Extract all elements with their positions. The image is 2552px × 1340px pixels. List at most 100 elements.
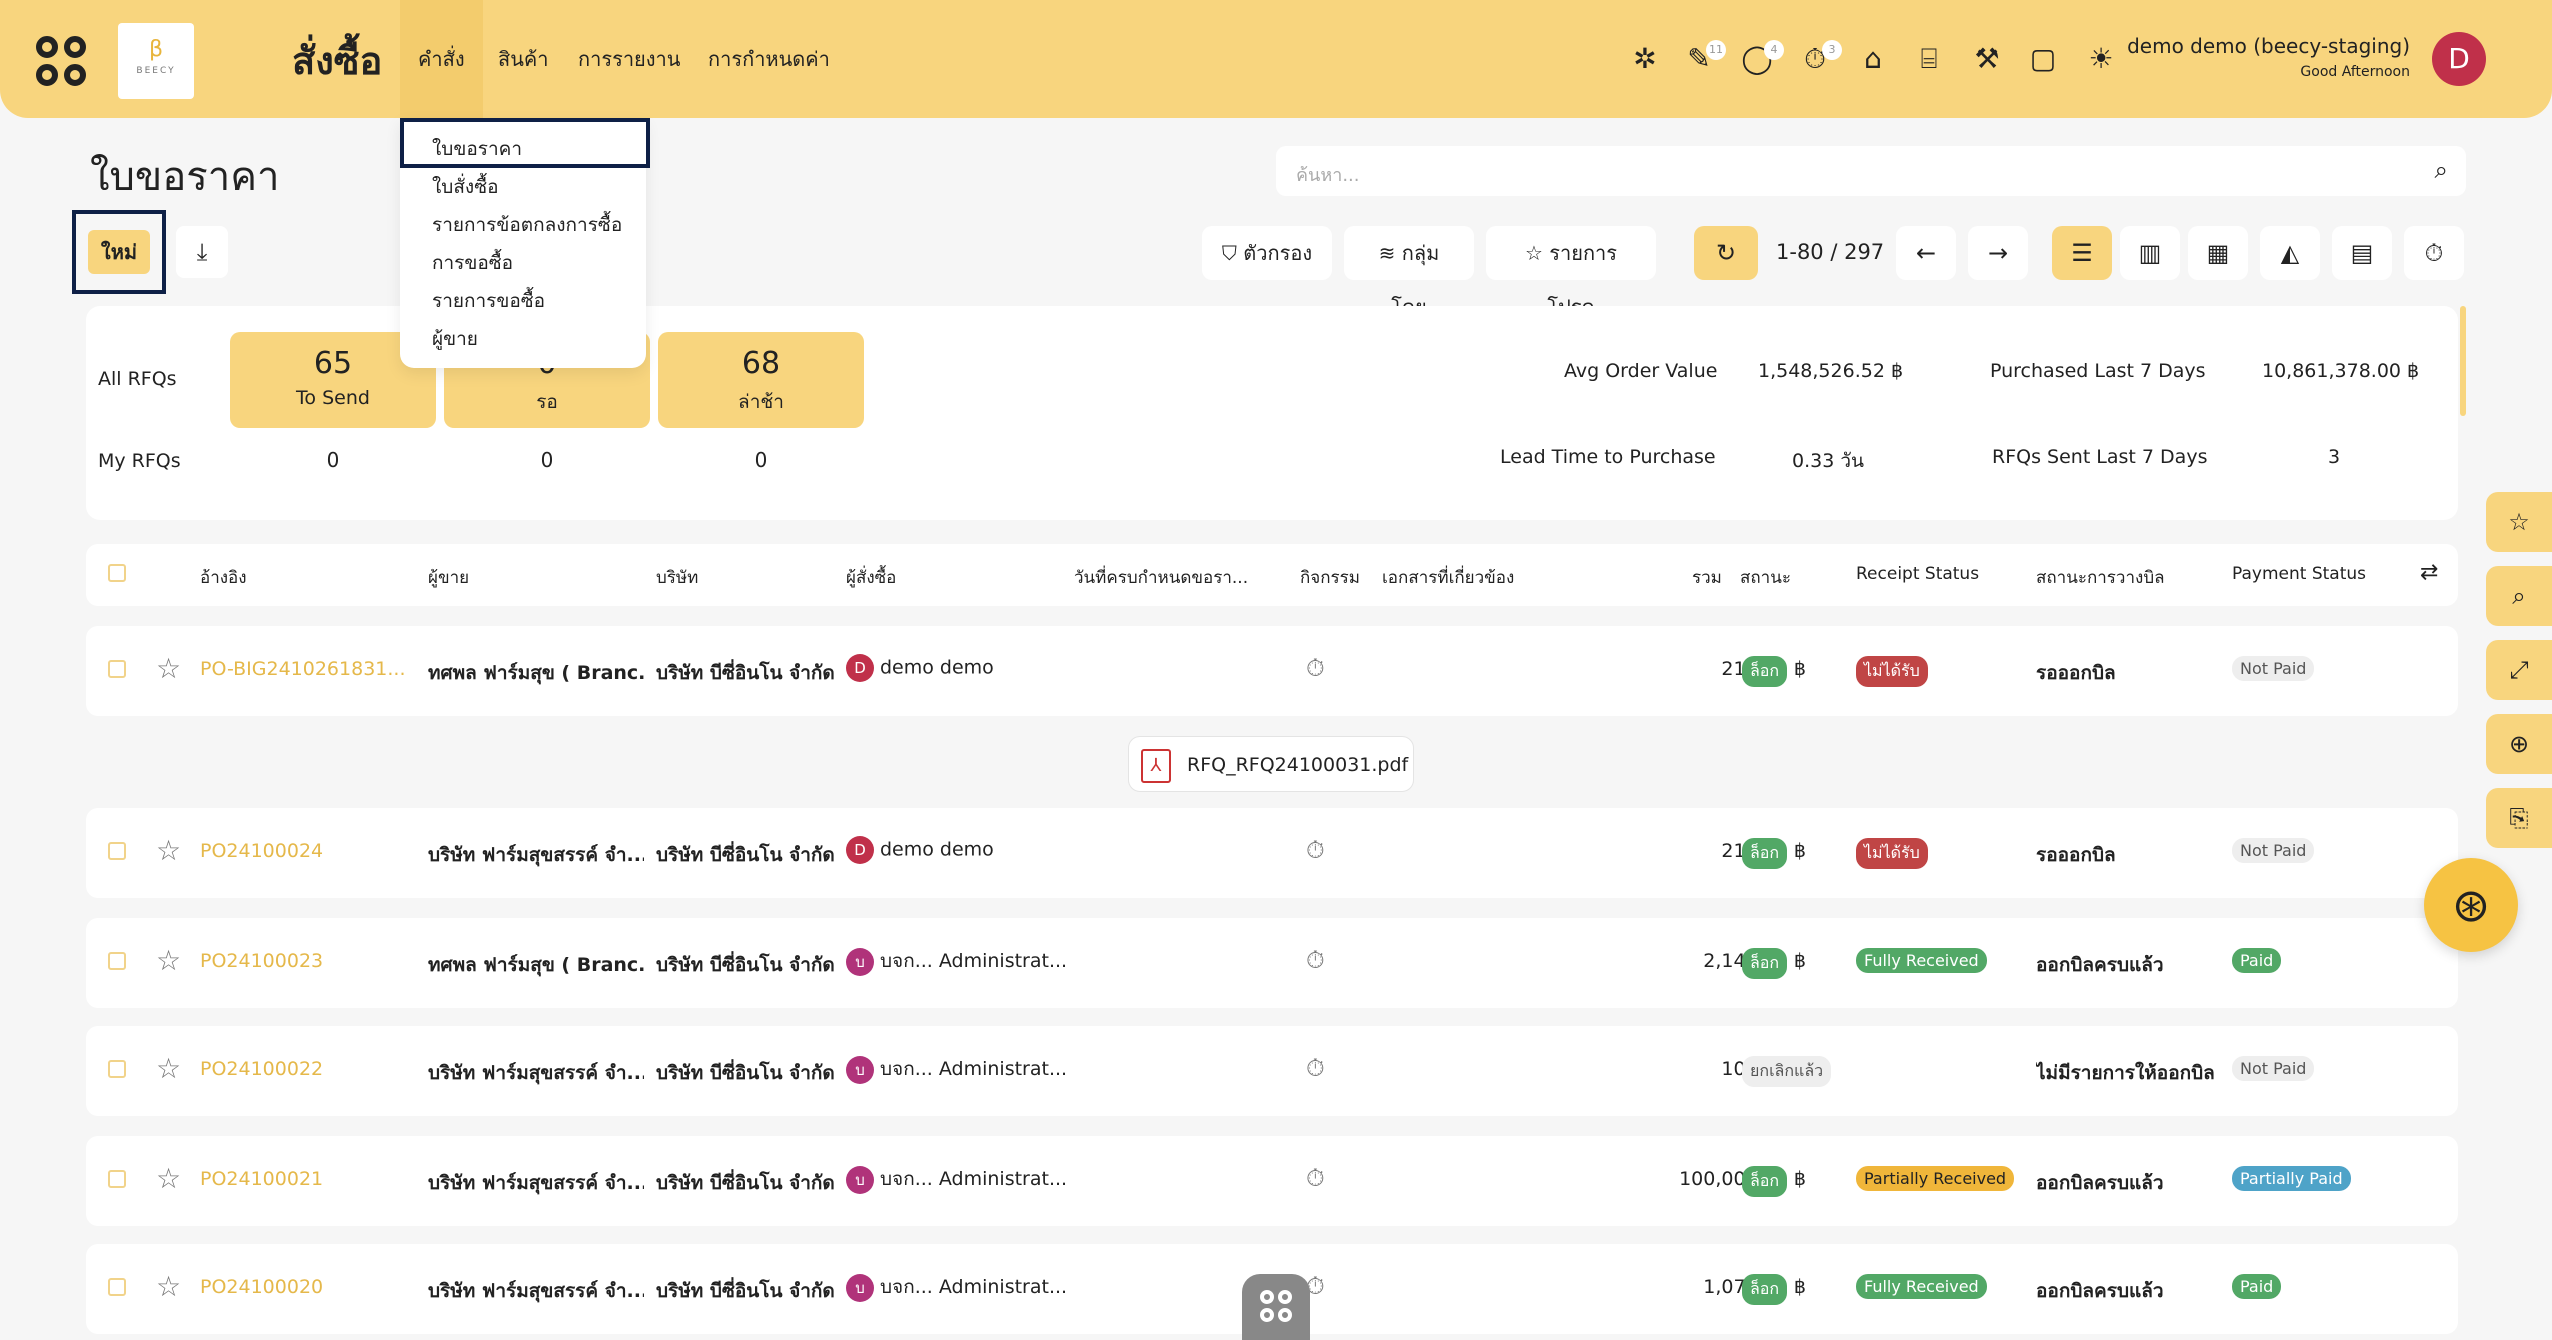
activity-clock-icon[interactable]: ⏱ [1306,836,1325,864]
table-row[interactable]: ☆ PO24100024 บริษัท ฟาร์มสุขสรรค์ จำ... … [86,808,2458,898]
favorites-button[interactable]: ☆ รายการโปรด [1486,226,1656,319]
paint-icon[interactable]: ⚒ [1970,42,2004,76]
col-related-docs[interactable]: เอกสารที่เกี่ยวข้อง [1382,564,1514,591]
row-checkbox[interactable] [108,952,126,970]
col-company[interactable]: บริษัท [656,564,698,591]
note-icon[interactable]: ▢ [2026,42,2060,76]
star-icon[interactable]: ☆ [156,1270,181,1303]
row-checkbox[interactable] [108,1278,126,1296]
row-checkbox[interactable] [108,1170,126,1188]
nav-orders[interactable]: คำสั่ง [400,0,483,118]
menu-item-purchase-request[interactable]: การขอซื้อ [432,248,513,278]
new-button[interactable]: ใหม่ [88,230,150,274]
cell-reference[interactable]: PO24100022 [200,1058,410,1080]
my-to-send[interactable]: 0 [230,448,436,472]
column-settings-icon[interactable]: ⇄ [2420,560,2438,585]
layers-icon: ≋ [1378,241,1402,265]
cell-reference[interactable]: PO24100021 [200,1168,410,1190]
user-avatar[interactable]: D [2432,32,2486,86]
app-title[interactable]: สั่งซื้อ [292,30,382,91]
calendar-view-icon[interactable]: ▤ [2332,226,2392,280]
apps-menu-icon[interactable] [36,36,86,86]
scrollbar[interactable] [2460,306,2466,416]
nav-reporting[interactable]: การรายงาน [578,0,680,118]
lightbulb-icon[interactable]: ☀ [2084,42,2118,76]
nav-configuration[interactable]: การกำหนดค่า [708,0,830,118]
rfqs-sent-label: RFQs Sent Last 7 Days [1992,446,2208,468]
kanban-view-icon[interactable]: ▥ [2120,226,2180,280]
cell-reference[interactable]: PO24100024 [200,840,410,862]
bug-icon[interactable]: ✲ [1628,42,1662,76]
col-payment-status[interactable]: Payment Status [2232,564,2366,584]
status-badge: ล็อก [1742,838,1788,869]
table-row[interactable]: ☆ PO-BIG2410261831... ทศพล ฟาร์มสุข ( Br… [86,626,2458,716]
menu-item-purchase-agreements[interactable]: รายการข้อตกลงการซื้อ [432,210,622,240]
table-row[interactable]: ☆ PO24100022 บริษัท ฟาร์มสุขสรรค์ จำ... … [86,1026,2458,1116]
col-receipt-status[interactable]: Receipt Status [1856,564,1979,584]
activity-clock-icon[interactable]: ⏱ [1306,1054,1325,1082]
table-row[interactable]: ☆ PO24100021 บริษัท ฟาร์มสุขสรรค์ จำ... … [86,1136,2458,1226]
col-total[interactable]: รวม [1692,564,1722,591]
row-checkbox[interactable] [108,1060,126,1078]
status-badge: ล็อก [1742,656,1788,687]
col-billing-status[interactable]: สถานะการวางบิล [2036,564,2165,591]
activity-clock-icon[interactable]: ⏱ [1306,946,1325,974]
attachment-chip[interactable]: ⅄ RFQ_RFQ24100031.pdf [1128,736,1414,792]
expand-icon[interactable]: ⤢ [2486,640,2552,700]
table-row[interactable]: ☆ PO24100023 ทศพล ฟาร์มสุข ( Branc... บร… [86,918,2458,1008]
star-icon[interactable]: ☆ [156,944,181,977]
menu-item-vendors[interactable]: ผู้ขาย [432,324,478,354]
my-waiting[interactable]: 0 [444,448,650,472]
my-late[interactable]: 0 [658,448,864,472]
side-search-icon[interactable]: ⌕ [2486,566,2552,626]
col-vendor[interactable]: ผู้ขาย [428,564,469,591]
prev-page-icon[interactable]: ← [1896,226,1956,280]
cell-vendor: บริษัท ฟาร์มสุขสรรค์ จำ... [428,844,644,866]
refresh-icon[interactable]: ↻ [1694,226,1758,280]
filter-button[interactable]: ⛉ ตัวกรอง [1202,226,1332,280]
col-activities[interactable]: กิจกรรม [1300,564,1360,591]
code-icon[interactable]: ⌸ [1912,42,1946,76]
star-icon[interactable]: ☆ [156,652,181,685]
row-checkbox[interactable] [108,842,126,860]
cell-reference[interactable]: PO24100020 [200,1276,410,1298]
group-by-button[interactable]: ≋ กลุ่มโดย [1344,226,1474,319]
pivot-view-icon[interactable]: ▦ [2188,226,2248,280]
bookmark-icon[interactable]: ⎘ [2486,788,2552,848]
company-logo[interactable]: β BEECY [118,23,194,99]
menu-item-purchase-order[interactable]: ใบสั่งซื้อ [432,172,499,202]
nav-products[interactable]: สินค้า [498,0,549,118]
activity-clock-icon[interactable]: ⏱ [1306,1164,1325,1192]
menu-item-request-lines[interactable]: รายการขอซื้อ [432,286,545,316]
support-lifebuoy-icon[interactable]: ⊛ [2424,858,2518,952]
favorite-star-icon[interactable]: ☆ [2486,492,2552,552]
kpi-late[interactable]: 68 ล่าช้า [658,332,864,428]
star-icon[interactable]: ☆ [156,834,181,867]
list-view-icon[interactable]: ☰ [2052,226,2112,280]
bottom-apps-icon[interactable] [1242,1274,1310,1340]
col-buyer[interactable]: ผู้สั่งซื้อ [846,564,896,591]
star-icon[interactable]: ☆ [156,1162,181,1195]
activity-clock-icon[interactable]: ⏱ [1306,654,1325,682]
zoom-icon[interactable]: ⊕ [2486,714,2552,774]
status-badge: ล็อก [1742,948,1788,979]
search-icon[interactable]: ⌕ [2435,156,2448,184]
col-reference[interactable]: อ้างอิง [200,564,247,591]
col-deadline[interactable]: วันที่ครบกำหนดขอรา... [1074,564,1248,591]
building-icon[interactable]: ⌂ [1856,42,1890,76]
cell-reference[interactable]: PO24100023 [200,950,410,972]
purchased-label: Purchased Last 7 Days [1990,360,2206,382]
search-input[interactable]: ค้นหา... ⌕ [1276,146,2466,196]
pdf-icon: ⅄ [1141,749,1171,783]
next-page-icon[interactable]: → [1968,226,2028,280]
menu-item-rfq[interactable]: ใบขอราคา [432,134,522,164]
activity-view-icon[interactable]: ⏱ [2404,226,2464,280]
graph-view-icon[interactable]: ◭ [2260,226,2320,280]
col-status[interactable]: สถานะ [1740,564,1791,591]
row-checkbox[interactable] [108,660,126,678]
select-all-checkbox[interactable] [108,564,126,582]
cell-reference[interactable]: PO-BIG2410261831... [200,658,410,680]
download-icon[interactable]: ⤓ [176,226,228,278]
star-icon[interactable]: ☆ [156,1052,181,1085]
user-name[interactable]: demo demo (beecy-staging) [2127,34,2410,58]
